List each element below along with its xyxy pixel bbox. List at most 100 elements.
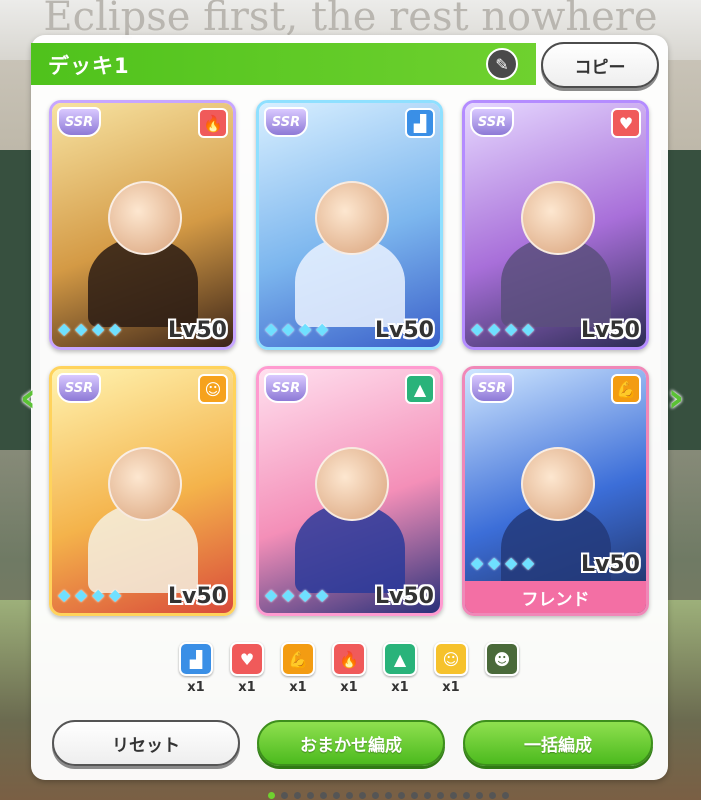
friend-label: フレンド <box>465 581 646 613</box>
character-face <box>520 181 595 256</box>
type-summary-item: 💪 x1 <box>280 642 316 696</box>
diamond-icon: ◆ <box>522 319 535 338</box>
page-dot <box>463 792 470 799</box>
diamond-icon: ◆ <box>488 553 501 572</box>
rarity-badge: SSR <box>470 107 514 137</box>
page-dot <box>333 792 340 799</box>
type-summary-item: ☻ <box>484 642 520 696</box>
diamond-icon: ◆ <box>265 585 278 604</box>
rarity-badge: SSR <box>57 373 101 403</box>
page-dot <box>502 792 509 799</box>
support-card[interactable]: SSR ☺ ◆ ◆ ◆ ◆ Lv50 <box>49 366 236 616</box>
next-deck-arrow-icon[interactable]: › <box>662 370 690 426</box>
character-face <box>107 181 182 256</box>
diamond-icon: ◆ <box>109 319 122 338</box>
diamond-icon: ◆ <box>299 585 312 604</box>
character-face <box>314 181 389 256</box>
page-dot <box>476 792 483 799</box>
type-summary-item: ☺ x1 <box>433 642 469 696</box>
diamond-icon: ◆ <box>282 319 295 338</box>
smile-icon: ☺ <box>434 642 468 676</box>
page-dot <box>489 792 496 799</box>
diamond-icon: ◆ <box>75 585 88 604</box>
background-text: Eclipse first, the rest nowhere <box>43 0 658 40</box>
page-dot <box>398 792 405 799</box>
page-dot <box>307 792 314 799</box>
limit-break-gems: ◆ ◆ ◆ ◆ <box>265 319 332 339</box>
heart-icon: ♥ <box>611 108 641 138</box>
reset-button[interactable]: リセット <box>52 720 240 766</box>
diamond-icon: ◆ <box>505 319 518 338</box>
cap-icon: ▲ <box>405 374 435 404</box>
card-level: Lv50 <box>168 318 227 343</box>
pencil-icon: ✎ <box>495 54 509 74</box>
page-dot <box>268 792 275 799</box>
diamond-icon: ◆ <box>282 585 295 604</box>
support-card[interactable]: SSR 💪 ◆ ◆ ◆ ◆ Lv50 フレンド <box>462 366 649 616</box>
rarity-badge: SSR <box>57 107 101 137</box>
diamond-icon: ◆ <box>299 319 312 338</box>
diamond-icon: ◆ <box>92 319 105 338</box>
auto-compose-button[interactable]: おまかせ編成 <box>257 720 445 766</box>
diamond-icon: ◆ <box>109 585 122 604</box>
deck-title: デッキ1 <box>48 54 130 78</box>
cap-icon: ▲ <box>383 642 417 676</box>
page-dot <box>281 792 288 799</box>
bulk-compose-button[interactable]: 一括編成 <box>463 720 653 766</box>
type-count: x1 <box>289 680 307 695</box>
muscle-icon: 💪 <box>281 642 315 676</box>
page-dot <box>450 792 457 799</box>
card-level: Lv50 <box>375 584 434 609</box>
fire-icon: 🔥 <box>332 642 366 676</box>
type-summary-item: ♥ x1 <box>229 642 265 696</box>
page-dot <box>372 792 379 799</box>
diamond-icon: ◆ <box>505 553 518 572</box>
diamond-icon: ◆ <box>316 585 329 604</box>
limit-break-gems: ◆ ◆ ◆ ◆ <box>471 319 538 339</box>
support-card[interactable]: SSR ▲ ◆ ◆ ◆ ◆ Lv50 <box>256 366 443 616</box>
character-face <box>107 447 182 522</box>
type-summary-item: 🔥 x1 <box>331 642 367 696</box>
prev-deck-arrow-icon[interactable]: ‹ <box>14 370 42 426</box>
page-indicator <box>268 792 509 799</box>
type-summary-item: ▟ x1 <box>178 642 214 696</box>
rarity-badge: SSR <box>264 107 308 137</box>
diamond-icon: ◆ <box>522 553 535 572</box>
edit-deck-name-button[interactable]: ✎ <box>486 48 518 80</box>
type-count: x1 <box>391 680 409 695</box>
card-level: Lv50 <box>581 552 640 577</box>
support-card[interactable]: SSR 🔥 ◆ ◆ ◆ ◆ Lv50 <box>49 100 236 350</box>
support-card[interactable]: SSR ▟ ◆ ◆ ◆ ◆ Lv50 <box>256 100 443 350</box>
copy-button[interactable]: コピー <box>541 42 659 88</box>
page-dot <box>359 792 366 799</box>
card-level: Lv50 <box>168 584 227 609</box>
diamond-icon: ◆ <box>316 319 329 338</box>
group-icon: ☻ <box>485 642 519 676</box>
heart-icon: ♥ <box>230 642 264 676</box>
support-card[interactable]: SSR ♥ ◆ ◆ ◆ ◆ Lv50 <box>462 100 649 350</box>
diamond-icon: ◆ <box>58 585 71 604</box>
limit-break-gems: ◆ ◆ ◆ ◆ <box>58 585 125 605</box>
diamond-icon: ◆ <box>92 585 105 604</box>
page-dot <box>437 792 444 799</box>
card-level: Lv50 <box>581 318 640 343</box>
character-face <box>314 447 389 522</box>
rarity-badge: SSR <box>264 373 308 403</box>
page-dot <box>320 792 327 799</box>
limit-break-gems: ◆ ◆ ◆ ◆ <box>471 553 538 573</box>
type-summary: ▟ x1 ♥ x1 💪 x1 🔥 x1 ▲ x1 ☺ x1 ☻ <box>178 642 520 696</box>
limit-break-gems: ◆ ◆ ◆ ◆ <box>265 585 332 605</box>
diamond-icon: ◆ <box>471 319 484 338</box>
diamond-icon: ◆ <box>471 553 484 572</box>
diamond-icon: ◆ <box>58 319 71 338</box>
type-count: x1 <box>238 680 256 695</box>
type-summary-item: ▲ x1 <box>382 642 418 696</box>
diamond-icon: ◆ <box>265 319 278 338</box>
type-count: x1 <box>187 680 205 695</box>
card-level: Lv50 <box>375 318 434 343</box>
boot-icon: ▟ <box>179 642 213 676</box>
page-dot <box>411 792 418 799</box>
page-dot <box>385 792 392 799</box>
boot-icon: ▟ <box>405 108 435 138</box>
diamond-icon: ◆ <box>488 319 501 338</box>
